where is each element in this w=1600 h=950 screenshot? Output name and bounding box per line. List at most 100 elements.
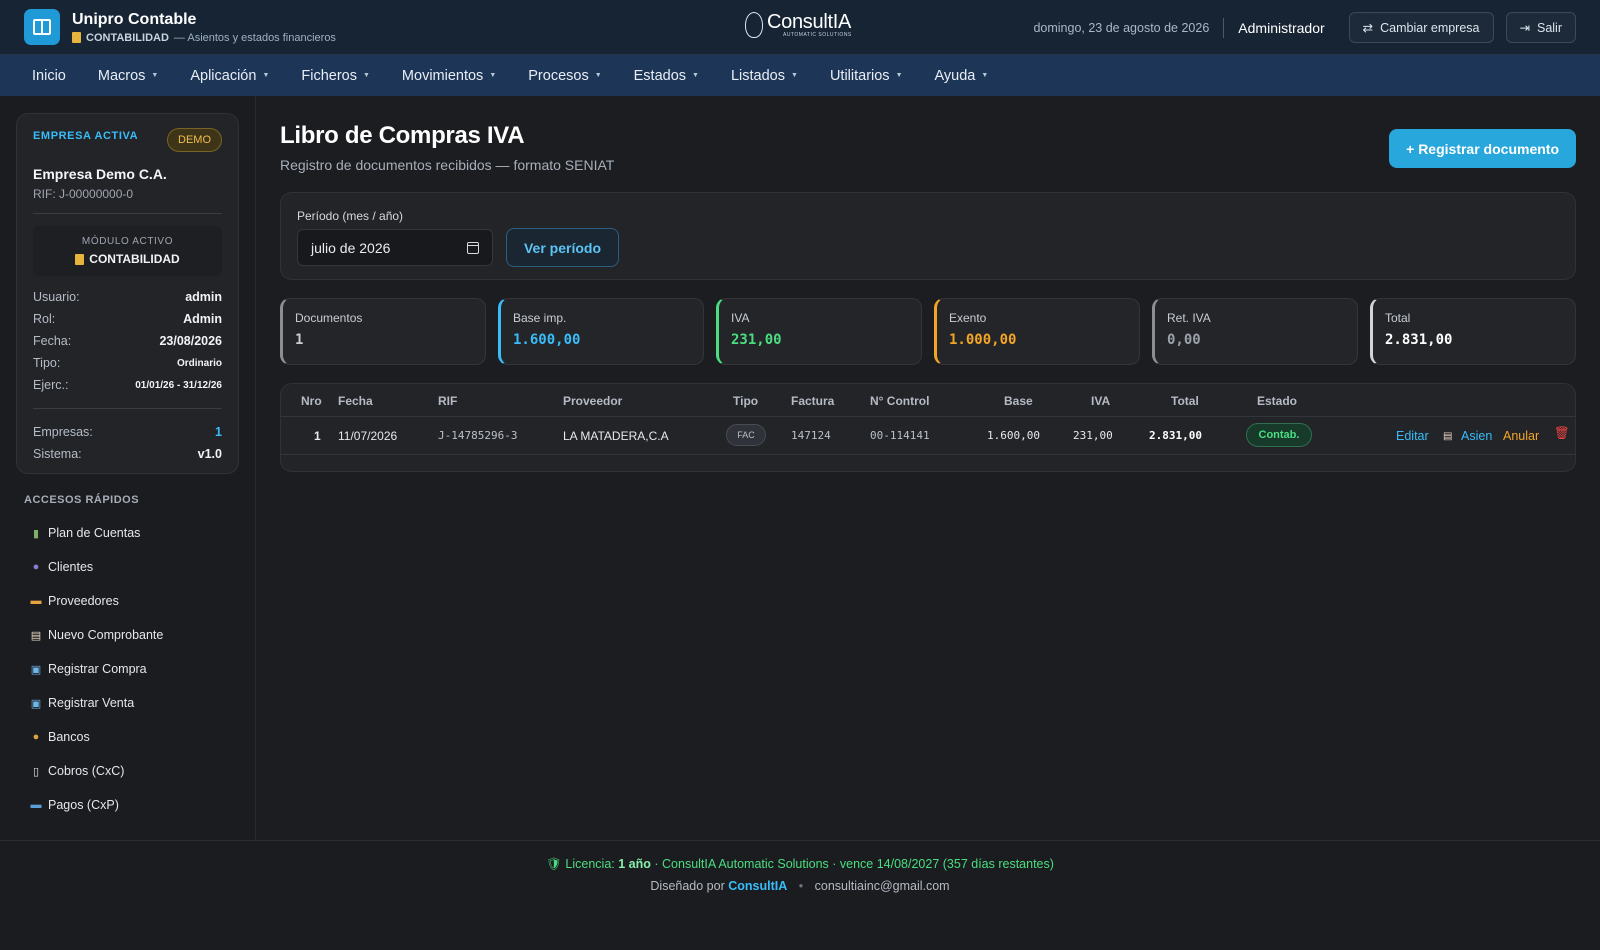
current-user[interactable]: Administrador: [1238, 20, 1324, 36]
quick-label: Registrar Venta: [48, 696, 135, 710]
brand-mark-icon: [745, 12, 763, 38]
register-document-button[interactable]: + Registrar documento: [1389, 129, 1576, 168]
info-value: 01/01/26 - 31/12/26: [135, 379, 222, 391]
menu-label: Ayuda: [934, 67, 976, 84]
truck-icon: ▬: [30, 595, 42, 607]
cell-rif: J-14785296-3: [438, 429, 518, 442]
main-menu: Inicio Macros ▼ Aplicación ▼ Ficheros ▼ Mov…: [0, 55, 1600, 96]
menu-macros[interactable]: Macros ▼: [98, 68, 158, 84]
cell-proveedor: LA MATADERA,C.A: [563, 429, 669, 443]
menu-listados[interactable]: Listados ▼: [731, 68, 798, 84]
info-empresas: Empresas: 1: [33, 421, 222, 443]
info-rol: Rol: Admin: [33, 308, 222, 330]
cell-iva: 231,00: [1073, 429, 1113, 442]
menu-utilitarios[interactable]: Utilitarios ▼: [830, 68, 903, 84]
quick-proveedores[interactable]: ▬ Proveedores: [24, 584, 244, 618]
cell-nro: 1: [314, 429, 321, 443]
credits: Diseñado por ConsultIA • consultiainc@gm…: [0, 879, 1600, 893]
company-name: Empresa Demo C.A.: [33, 166, 167, 182]
caret-down-icon: ▼: [895, 72, 903, 79]
entry-link[interactable]: Asien: [1461, 429, 1492, 443]
kpi-base-imponible: Base imp. 1.600,00: [498, 298, 704, 365]
quick-pagos[interactable]: ▬ Pagos (CxP): [24, 788, 244, 822]
col-tipo: Tipo: [733, 394, 759, 408]
table-row[interactable]: 1 11/07/2026 J-14785296-3 LA MATADERA,C.…: [281, 417, 1575, 455]
kpi-total: Total 2.831,00: [1370, 298, 1576, 365]
memo-icon: ▤: [30, 629, 42, 642]
menu-label: Estados: [633, 67, 687, 84]
quick-cobros[interactable]: ▯ Cobros (CxC): [24, 754, 244, 788]
quick-label: Registrar Compra: [48, 662, 147, 676]
menu-procesos[interactable]: Procesos ▼: [528, 68, 601, 84]
quick-bancos[interactable]: ● Bancos: [24, 720, 244, 754]
logout-icon: ⇥: [1519, 21, 1530, 35]
quick-nuevo-comprobante[interactable]: ▤ Nuevo Comprobante: [24, 618, 244, 652]
license-prefix: Licencia:: [565, 857, 615, 871]
kpi-label: Documentos: [295, 311, 363, 325]
menu-ficheros[interactable]: Ficheros ▼: [301, 68, 370, 84]
quick-clientes[interactable]: ● Clientes: [24, 550, 244, 584]
page-title: Libro de Compras IVA: [280, 122, 525, 149]
quick-label: Cobros (CxC): [48, 764, 125, 778]
calendar-icon[interactable]: [467, 241, 479, 254]
kpi-value: 231,00: [731, 332, 782, 348]
kpi-documentos: Documentos 1: [280, 298, 486, 365]
quick-registrar-venta[interactable]: ▣ Registrar Venta: [24, 686, 244, 720]
col-base: Base: [1004, 394, 1033, 408]
quick-plan-cuentas[interactable]: ▮ Plan de Cuentas: [24, 516, 244, 550]
caret-down-icon: ▼: [692, 72, 699, 79]
separator-dot: •: [798, 879, 804, 893]
books-icon: ▮: [32, 527, 40, 540]
quick-label: Clientes: [48, 560, 94, 574]
period-value: julio de 2026: [311, 239, 391, 256]
receipt-icon: ▤: [1443, 431, 1453, 442]
menu-aplicacion[interactable]: Aplicación ▼: [190, 68, 269, 84]
info-value: Admin: [183, 312, 222, 326]
col-rif: RIF: [438, 394, 458, 408]
shield-icon: 🛡: [546, 857, 562, 871]
sidebar: EMPRESA ACTIVA DEMO Empresa Demo C.A. RI…: [0, 96, 256, 840]
col-proveedor: Proveedor: [563, 394, 623, 408]
kpi-value: 1: [295, 332, 304, 348]
period-input[interactable]: julio de 2026: [297, 229, 493, 266]
switch-company-button[interactable]: ⇄ Cambiar empresa: [1348, 12, 1494, 43]
header-date: domingo, 23 de agosto de 2026: [1033, 20, 1210, 35]
edit-link[interactable]: Editar: [1396, 429, 1429, 443]
void-link[interactable]: Anular: [1503, 429, 1539, 443]
cell-fecha: 11/07/2026: [338, 429, 398, 443]
logout-button[interactable]: ⇥ Salir: [1505, 12, 1576, 43]
menu-ayuda[interactable]: Ayuda ▼: [935, 68, 989, 84]
kpi-label: Ret. IVA: [1167, 311, 1211, 325]
info-usuario: Usuario: admin: [33, 286, 222, 308]
ledger-icon: [75, 253, 85, 265]
menu-estados[interactable]: Estados ▼: [634, 68, 699, 84]
col-iva: IVA: [1091, 394, 1111, 408]
info-tipo: Tipo: Ordinario: [33, 352, 222, 374]
brand-logo: ConsultIA AUTOMATIC SOLUTIONS: [745, 12, 852, 38]
menu-label: Procesos: [528, 67, 589, 84]
cell-factura: 147124: [791, 429, 831, 442]
contact-email[interactable]: consultiainc@gmail.com: [815, 879, 950, 893]
active-module-value: CONTABILIDAD: [33, 252, 222, 266]
menu-label: Macros: [97, 67, 146, 84]
info-key: Rol:: [33, 312, 56, 326]
app-identity: Unipro Contable CONTABILIDAD — Asientos …: [72, 11, 336, 44]
col-fecha: Fecha: [338, 394, 373, 408]
caret-down-icon: ▼: [151, 72, 159, 79]
quick-registrar-compra[interactable]: ▣ Registrar Compra: [24, 652, 244, 686]
kpi-value: 1.600,00: [513, 332, 581, 348]
money-bag-icon: ●: [32, 731, 40, 743]
page-subtitle: Registro de documentos recibidos — forma…: [280, 157, 615, 173]
col-nro: Nro: [301, 394, 322, 408]
menu-movimientos[interactable]: Movimientos ▼: [402, 68, 496, 84]
cell-base: 1.600,00: [987, 429, 1040, 442]
designer-link[interactable]: ConsultIA: [728, 879, 787, 893]
view-period-button[interactable]: Ver período: [506, 228, 619, 267]
doc-type-badge: FAC: [726, 424, 766, 446]
trash-icon[interactable]: 🗑: [1554, 426, 1570, 441]
quick-label: Bancos: [48, 730, 90, 744]
menu-inicio[interactable]: Inicio: [32, 68, 66, 84]
license-term: 1 año: [618, 857, 651, 871]
brand-tagline: AUTOMATIC SOLUTIONS: [783, 32, 852, 38]
caret-down-icon: ▼: [362, 72, 370, 79]
